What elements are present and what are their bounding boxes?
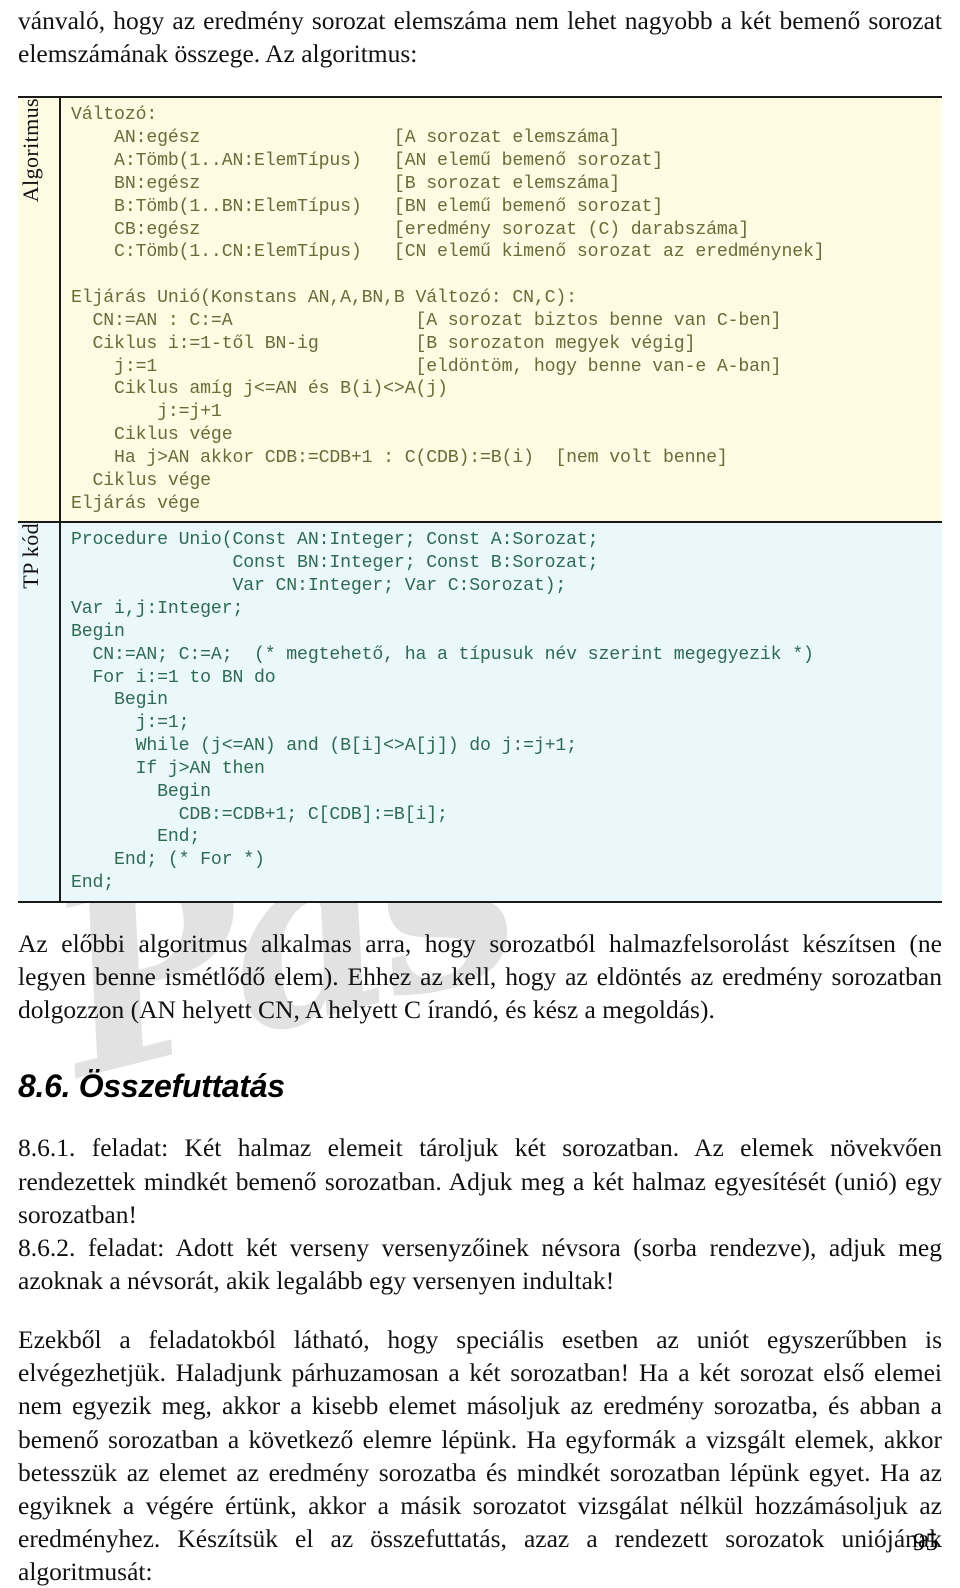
section-heading: 8.6. Összefuttatás — [18, 1068, 285, 1105]
closing-paragraph: Ezekből a feladatokból látható, hogy spe… — [18, 1325, 942, 1587]
intro-paragraph: vánvaló, hogy az eredmény sorozat elemsz… — [18, 6, 942, 69]
code-cell-tp: Procedure Unio(Const AN:Integer; Const A… — [60, 521, 942, 902]
row-label-algorithm: Algoritmus — [18, 98, 43, 203]
row-label-tp-code: TP kód — [18, 523, 43, 590]
after-code-paragraph: Az előbbi algoritmus alkalmas arra, hogy… — [18, 928, 942, 1025]
tp-code-block: Procedure Unio(Const AN:Integer; Const A… — [71, 530, 814, 894]
task-item-1: 8.6.1. feladat: Két halmaz elemeit tárol… — [18, 1133, 942, 1229]
page-container: vánvaló, hogy az eredmény sorozat elemsz… — [0, 0, 960, 1586]
task-list: 8.6.1. feladat: Két halmaz elemeit tárol… — [18, 1131, 942, 1297]
code-listing-table: Algoritmus Változó: AN:egész [A sorozat … — [18, 96, 942, 903]
page-number: 95 — [913, 1529, 938, 1556]
algorithm-code-block: Változó: AN:egész [A sorozat elemszáma] … — [71, 105, 825, 514]
table-row-tp-code: TP kód Procedure Unio(Const AN:Integer; … — [18, 521, 942, 902]
row-label-cell-tp: TP kód — [18, 521, 61, 902]
code-cell-algorithm: Változó: AN:egész [A sorozat elemszáma] … — [60, 97, 942, 523]
row-label-cell-algorithm: Algoritmus — [18, 97, 61, 523]
table-row-algorithm: Algoritmus Változó: AN:egész [A sorozat … — [18, 97, 942, 523]
task-item-2: 8.6.2. feladat: Adott két verseny versen… — [18, 1232, 942, 1295]
